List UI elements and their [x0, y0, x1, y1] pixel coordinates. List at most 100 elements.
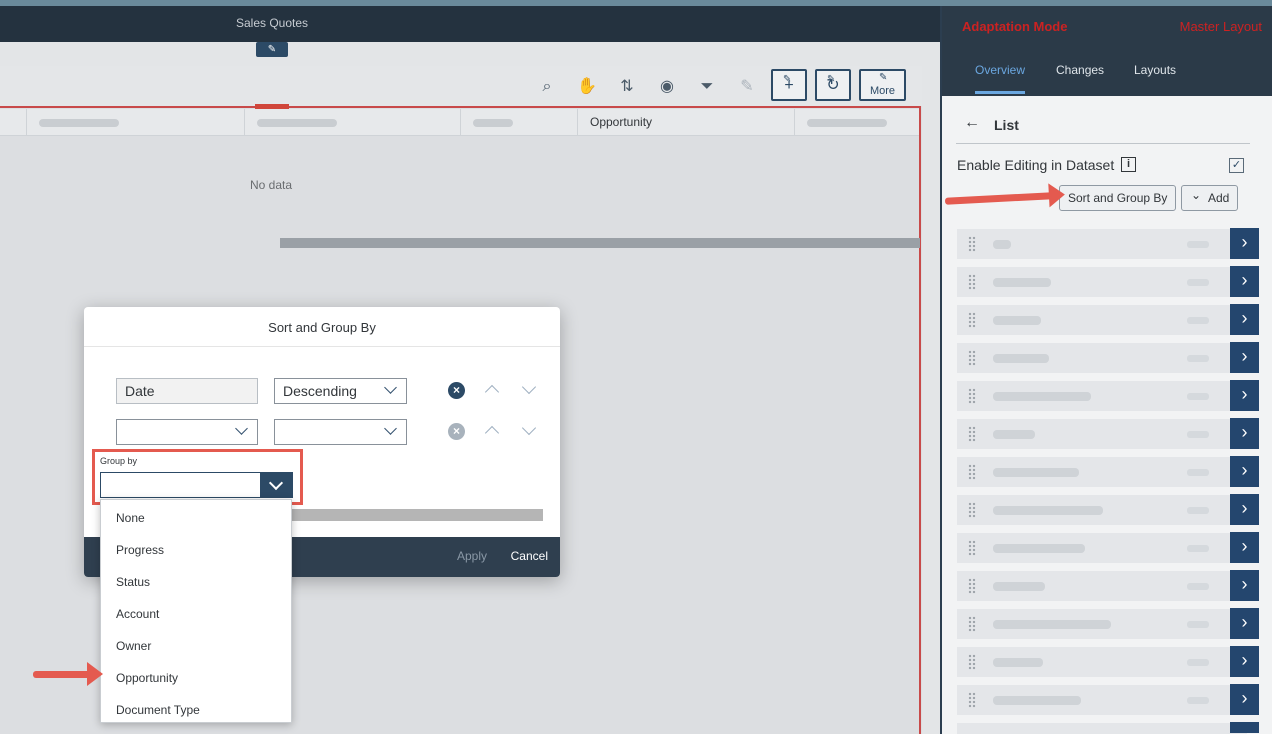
column-header-opportunity[interactable]: Opportunity — [577, 109, 794, 136]
sort-field-value: Date — [125, 383, 155, 399]
list-item[interactable]: › — [957, 456, 1259, 487]
column-header[interactable] — [26, 109, 244, 136]
list-item[interactable]: › — [957, 570, 1259, 601]
option-progress[interactable]: Progress — [101, 534, 291, 566]
search-icon[interactable]: ⌕ — [536, 76, 558, 98]
drag-handle-icon[interactable] — [968, 350, 976, 366]
chevron-right-icon[interactable]: › — [1230, 266, 1259, 297]
section-title: List — [994, 117, 1019, 133]
edit-title-button[interactable]: ✎ — [256, 42, 288, 57]
chevron-right-icon[interactable]: › — [1230, 418, 1259, 449]
list-item[interactable]: › — [957, 266, 1259, 297]
drag-handle-icon[interactable] — [968, 616, 976, 632]
drag-handle-icon[interactable] — [968, 388, 976, 404]
option-status[interactable]: Status — [101, 566, 291, 598]
filter-icon[interactable]: ⏷ — [696, 76, 718, 98]
horizontal-scrollbar[interactable] — [280, 238, 920, 248]
chevron-right-icon[interactable]: › — [1230, 684, 1259, 715]
chevron-right-icon[interactable]: › — [1230, 570, 1259, 601]
column-header[interactable] — [460, 109, 577, 136]
blurred-text — [993, 278, 1051, 287]
sort-field-select[interactable]: Date — [116, 378, 258, 404]
list-item[interactable]: › — [957, 684, 1259, 715]
drag-handle-icon[interactable] — [968, 274, 976, 290]
sort-field-select[interactable] — [116, 419, 258, 445]
add-item-button[interactable]: ✎ + — [771, 69, 807, 101]
drag-handle-icon[interactable] — [968, 502, 976, 518]
option-none[interactable]: None — [101, 502, 291, 534]
chevron-down-icon[interactable] — [260, 472, 293, 498]
back-arrow-icon[interactable]: ← — [964, 114, 980, 132]
move-down-icon[interactable] — [521, 423, 537, 439]
chevron-right-icon[interactable]: › — [1230, 646, 1259, 677]
remove-sort-icon[interactable]: × — [448, 423, 465, 440]
blurred-text — [1187, 507, 1209, 514]
list-item[interactable]: › — [957, 228, 1259, 259]
list-item[interactable]: › — [957, 646, 1259, 677]
chevron-right-icon[interactable]: › — [1230, 228, 1259, 259]
option-document-type[interactable]: Document Type — [101, 694, 291, 726]
remove-sort-icon[interactable]: × — [448, 382, 465, 399]
drag-handle-icon[interactable] — [968, 540, 976, 556]
sort-icon[interactable]: ⇅ — [616, 76, 638, 98]
column-header[interactable] — [794, 109, 919, 136]
list-item[interactable]: › — [957, 304, 1259, 335]
pencil-icon[interactable]: ✎ — [736, 76, 758, 98]
enable-editing-checkbox[interactable]: ✓ — [1229, 158, 1244, 173]
chevron-right-icon[interactable]: › — [1230, 532, 1259, 563]
list-item[interactable]: › — [957, 494, 1259, 525]
option-account[interactable]: Account — [101, 598, 291, 630]
add-button[interactable]: ⌄ Add — [1181, 185, 1239, 211]
drag-handle-icon[interactable] — [968, 464, 976, 480]
chevron-right-icon[interactable]: › — [1230, 304, 1259, 335]
drag-handle-icon[interactable] — [968, 236, 976, 252]
divider — [956, 143, 1250, 144]
blurred-text — [993, 316, 1041, 325]
drag-handle-icon[interactable] — [968, 578, 976, 594]
group-by-select[interactable] — [100, 472, 293, 498]
move-down-icon[interactable] — [521, 382, 537, 398]
chevron-right-icon[interactable]: › — [1230, 380, 1259, 411]
refresh-item-button[interactable]: ✎ ↻ — [815, 69, 851, 101]
list-item[interactable]: › — [957, 380, 1259, 411]
list-item[interactable]: › — [957, 342, 1259, 373]
chevron-right-icon[interactable]: › — [1230, 494, 1259, 525]
drag-handle-icon[interactable] — [968, 692, 976, 708]
group-icon[interactable]: ◉ — [656, 76, 678, 98]
chevron-right-icon[interactable]: › — [1230, 342, 1259, 373]
column-header-label: Opportunity — [590, 115, 653, 129]
table-header: Opportunity — [0, 109, 919, 136]
blurred-text — [1187, 621, 1209, 628]
drag-handle-icon[interactable] — [968, 312, 976, 328]
hand-icon[interactable]: ✋ — [576, 76, 598, 98]
sort-order-select[interactable]: Descending — [274, 378, 407, 404]
list-item[interactable] — [957, 722, 1259, 734]
list-item[interactable]: › — [957, 418, 1259, 449]
move-up-icon[interactable] — [484, 381, 500, 397]
blurred-text — [1187, 469, 1209, 476]
list-item[interactable]: › — [957, 532, 1259, 563]
chevron-right-icon[interactable] — [1230, 722, 1259, 733]
column-header[interactable] — [244, 109, 460, 136]
chevron-right-icon[interactable]: › — [1230, 456, 1259, 487]
sort-order-select[interactable] — [274, 419, 407, 445]
table-toolbar: ⌕ ✋ ⇅ ◉ ⏷ ✎ ✎ + ✎ ↻ ✎ More — [0, 66, 922, 106]
tab-overview[interactable]: Overview — [975, 63, 1025, 77]
tab-layouts[interactable]: Layouts — [1134, 63, 1176, 77]
drag-handle-icon[interactable] — [968, 426, 976, 442]
apply-button[interactable]: Apply — [457, 549, 487, 563]
tab-changes[interactable]: Changes — [1056, 63, 1104, 77]
app-header: Sales Quotes — [0, 6, 940, 42]
drag-handle-icon[interactable] — [968, 654, 976, 670]
more-button[interactable]: ✎ More — [859, 69, 906, 101]
option-owner[interactable]: Owner — [101, 630, 291, 662]
option-opportunity[interactable]: Opportunity — [101, 662, 291, 694]
blurred-text — [1187, 279, 1209, 286]
info-icon[interactable]: i — [1121, 157, 1136, 172]
sort-group-by-button[interactable]: Sort and Group By — [1059, 185, 1177, 211]
list-item[interactable]: › — [957, 608, 1259, 639]
move-up-icon[interactable] — [484, 422, 500, 438]
chevron-right-icon[interactable]: › — [1230, 608, 1259, 639]
blurred-text — [1187, 545, 1209, 552]
cancel-button[interactable]: Cancel — [511, 549, 548, 563]
